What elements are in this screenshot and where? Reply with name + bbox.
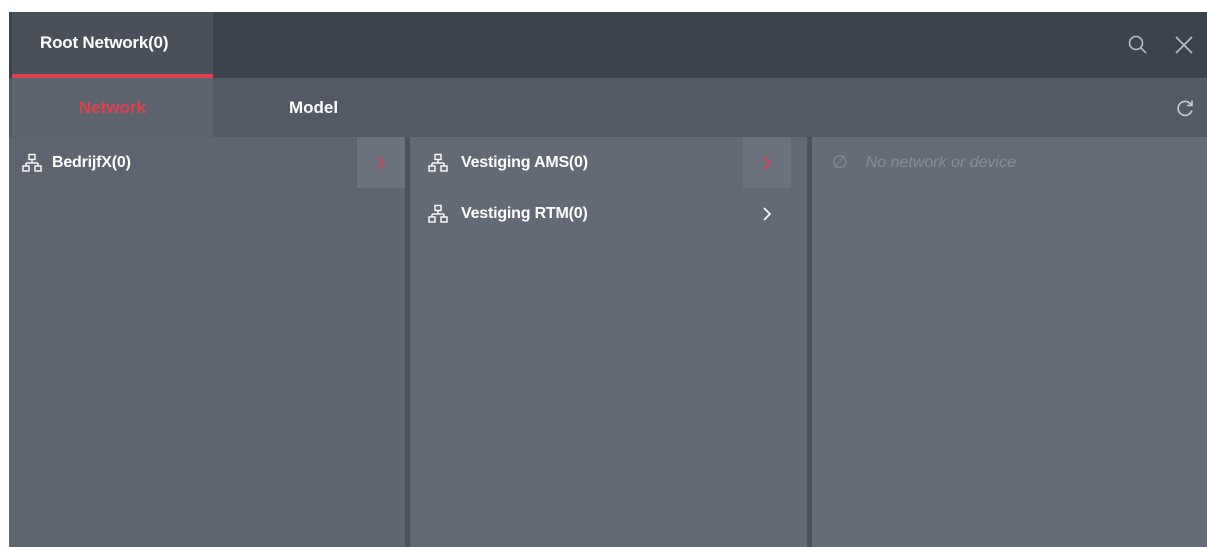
list-item[interactable]: Vestiging RTM(0): [410, 188, 807, 239]
column-level-2: Vestiging AMS(0) Vestiging RTM(0): [410, 137, 807, 547]
list-item-label: Vestiging AMS(0): [461, 153, 588, 171]
list-item[interactable]: BedrijfX(0): [9, 137, 405, 188]
chevron-right-icon: [763, 206, 772, 221]
title-actions: [1115, 12, 1207, 78]
column-level-1: BedrijfX(0): [9, 137, 405, 547]
empty-state: ∅ No network or device: [832, 137, 1016, 188]
network-icon: [22, 153, 42, 172]
chevron-right-icon: [763, 155, 772, 170]
title-bar: Root Network(0): [9, 12, 1207, 78]
expand-button[interactable]: [743, 137, 791, 188]
list-item[interactable]: Vestiging AMS(0): [410, 137, 807, 188]
search-button[interactable]: [1115, 12, 1161, 78]
search-icon: [1128, 35, 1147, 54]
close-button[interactable]: [1161, 12, 1207, 78]
list-item-label: Vestiging RTM(0): [461, 204, 588, 222]
network-icon: [428, 204, 448, 223]
refresh-icon: [1177, 100, 1193, 116]
tab-model[interactable]: Model: [213, 78, 414, 137]
null-icon: ∅: [832, 152, 848, 172]
window-title: Root Network(0): [12, 12, 213, 78]
tab-network[interactable]: Network: [12, 78, 213, 137]
expand-button[interactable]: [357, 137, 405, 188]
close-icon: [1175, 36, 1193, 54]
column-browser: BedrijfX(0) Vestiging AMS(0) Vestiging R…: [9, 137, 1207, 547]
expand-button[interactable]: [743, 188, 791, 239]
refresh-button[interactable]: [1165, 78, 1205, 137]
network-browser-window: Root Network(0) Network Model BedrijfX(0…: [9, 12, 1207, 547]
column-level-3: ∅ No network or device: [812, 137, 1207, 547]
tab-bar: Network Model: [9, 78, 1207, 137]
network-icon: [428, 153, 448, 172]
empty-state-text: No network or device: [865, 153, 1016, 171]
chevron-right-icon: [377, 155, 386, 170]
list-item-label: BedrijfX(0): [52, 153, 131, 171]
